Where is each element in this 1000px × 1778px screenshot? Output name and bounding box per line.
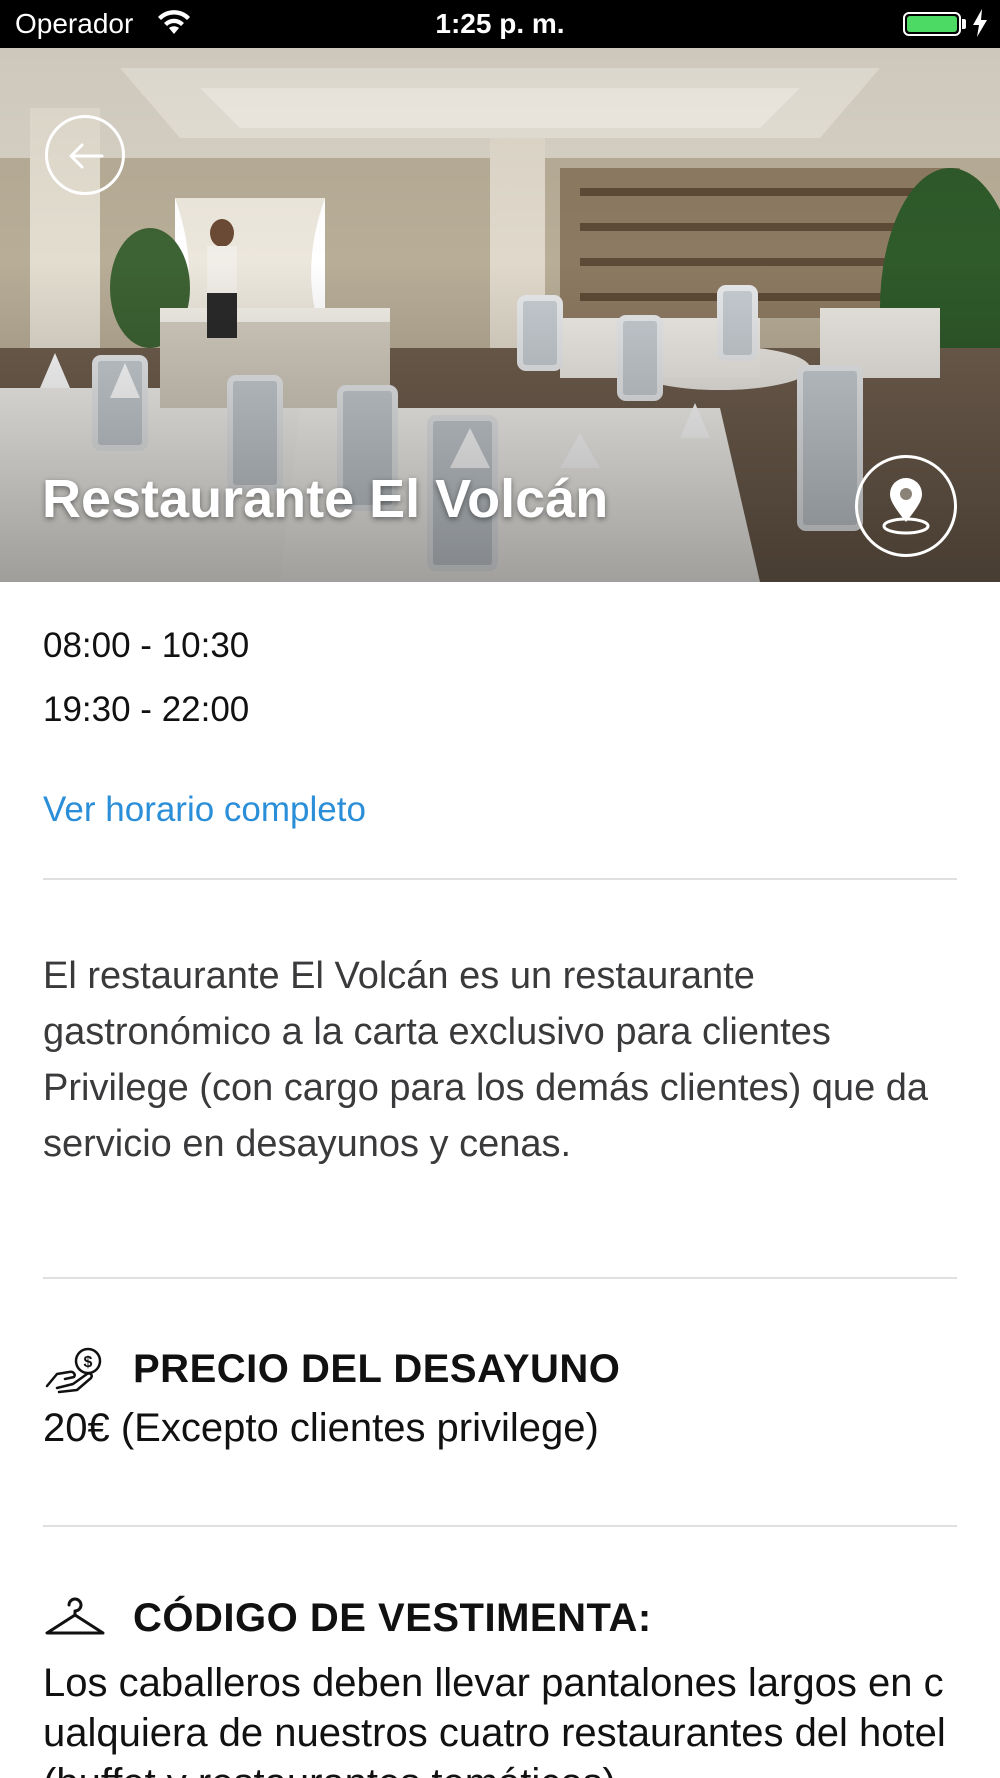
svg-text:$: $ [84, 1354, 93, 1371]
charging-bolt-icon [973, 9, 987, 37]
back-button[interactable] [45, 115, 125, 195]
arrow-left-icon [69, 143, 104, 169]
breakfast-price-heading: $ PRECIO DEL DESAYUNO [43, 1344, 620, 1394]
opening-hours-breakfast: 08:00 - 10:30 [43, 626, 250, 665]
battery-icon [903, 12, 961, 36]
breakfast-price-label: PRECIO DEL DESAYUNO [133, 1346, 621, 1391]
restaurant-hero-image: Restaurante El Volcán [0, 48, 1000, 582]
map-pin-icon [882, 478, 930, 535]
money-hand-icon: $ [45, 1347, 102, 1394]
opening-hours-dinner: 19:30 - 22:00 [43, 690, 250, 729]
status-bar: Operador 1:25 p. m. [0, 0, 1000, 48]
breakfast-price-value: 20€ (Excepto clientes privilege) [43, 1406, 599, 1450]
dress-code-text: Los caballeros deben llevar pantalones l… [43, 1661, 946, 1778]
hanger-icon [45, 1597, 105, 1635]
clock: 1:25 p. m. [435, 8, 565, 39]
dress-code-label: CÓDIGO DE VESTIMENTA: [133, 1595, 652, 1640]
map-location-button[interactable] [855, 455, 957, 557]
dress-code-heading: CÓDIGO DE VESTIMENTA: [43, 1593, 652, 1643]
restaurant-description: El restaurante El Volcán es un restauran… [43, 955, 929, 1165]
restaurant-title: Restaurante El Volcán [42, 469, 609, 529]
divider [43, 878, 957, 880]
full-schedule-link[interactable]: Ver horario completo [43, 790, 366, 830]
divider [43, 1525, 957, 1527]
divider [43, 1277, 957, 1279]
